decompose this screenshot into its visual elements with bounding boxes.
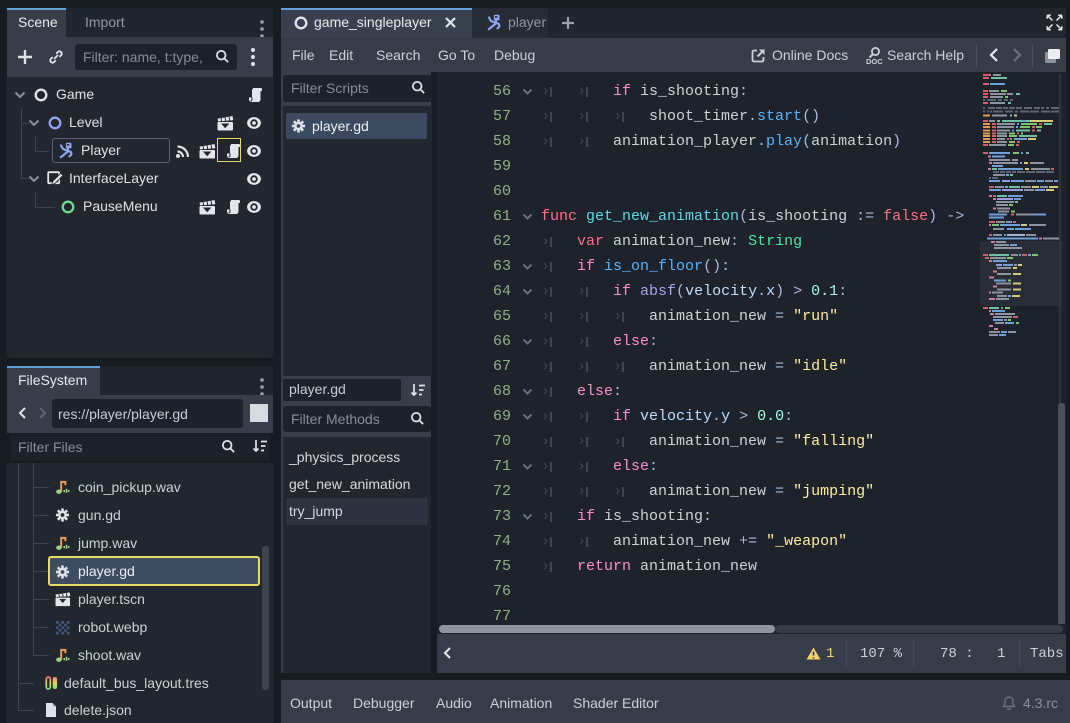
svg-text:DOC: DOC — [866, 57, 883, 66]
